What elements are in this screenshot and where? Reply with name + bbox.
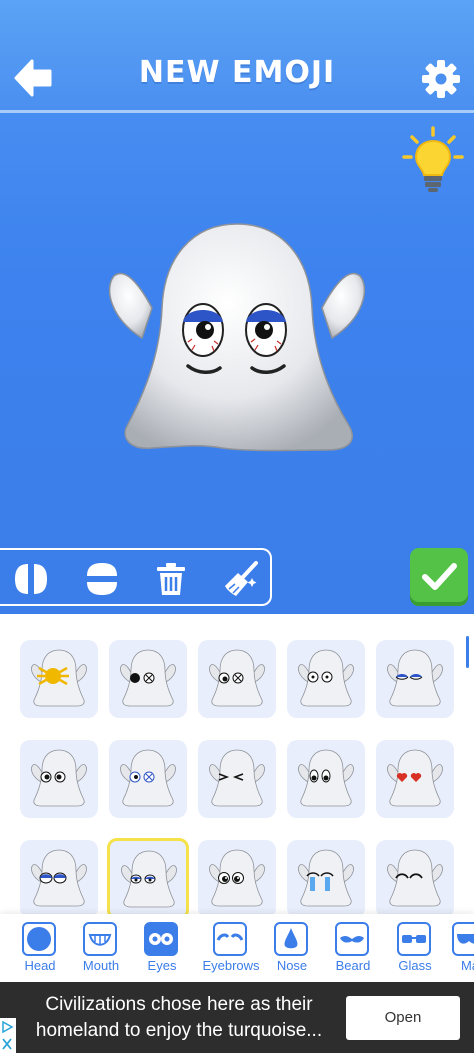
category-bar: Head Mouth Eyes Eyebrows Nose Beard Glas… bbox=[0, 914, 474, 982]
eyes-option-big-round-eyes[interactable] bbox=[287, 740, 365, 818]
flip-vertical-icon bbox=[87, 563, 117, 595]
ghost-thumbnail-icon bbox=[298, 649, 354, 707]
hint-button[interactable] bbox=[400, 125, 466, 197]
category-eyes[interactable]: Eyes bbox=[132, 922, 192, 980]
broom-icon bbox=[225, 561, 258, 596]
eyebrows-icon bbox=[213, 922, 247, 956]
header-bar: NEW EMOJI bbox=[0, 0, 474, 113]
ghost-thumbnail-icon bbox=[209, 849, 265, 907]
confirm-button[interactable] bbox=[410, 548, 468, 606]
eyes-option-sleepy-blue-eyes[interactable] bbox=[376, 640, 454, 718]
ghost-thumbnail-icon bbox=[31, 849, 87, 907]
eyes-option-crying-eyes[interactable] bbox=[287, 840, 365, 918]
flip-vertical-button[interactable] bbox=[83, 560, 121, 598]
eyes-option-round-eyes[interactable] bbox=[20, 740, 98, 818]
gear-icon bbox=[422, 60, 460, 98]
category-mask[interactable]: Ma bbox=[440, 922, 474, 980]
ghost-thumbnail-icon bbox=[120, 649, 176, 707]
ghost-thumbnail-icon bbox=[209, 749, 265, 807]
beard-icon bbox=[335, 922, 369, 956]
ad-text: Civilizations chose here as their homela… bbox=[35, 994, 323, 1041]
settings-button[interactable] bbox=[420, 58, 462, 100]
flip-horizontal-button[interactable] bbox=[12, 560, 50, 598]
eyes-icon bbox=[144, 922, 178, 956]
eyes-option-blue-lid-eyes-small[interactable] bbox=[107, 838, 189, 920]
ghost-thumbnail-icon bbox=[31, 649, 87, 707]
eyes-option-x-eyes-blue[interactable] bbox=[109, 740, 187, 818]
edit-toolbar bbox=[0, 548, 272, 606]
glasses-icon bbox=[397, 922, 431, 956]
category-mouth[interactable]: Mouth bbox=[71, 922, 131, 980]
eyes-option-heart-eyes[interactable] bbox=[376, 740, 454, 818]
eyes-option-squint-eyes[interactable] bbox=[198, 740, 276, 818]
emoji-preview bbox=[102, 218, 372, 458]
flip-horizontal-icon bbox=[15, 564, 47, 594]
eye-right-icon bbox=[245, 303, 287, 357]
ghost-thumbnail-icon bbox=[387, 649, 443, 707]
clear-button[interactable] bbox=[222, 560, 260, 598]
eyes-option-happy-closed-eyes[interactable] bbox=[376, 840, 454, 918]
eyes-option-spider-eyes[interactable] bbox=[20, 640, 98, 718]
category-head[interactable]: Head bbox=[10, 922, 70, 980]
mouth-icon bbox=[83, 922, 117, 956]
eyes-option-blue-lid-eyes[interactable] bbox=[20, 840, 98, 918]
mask-icon bbox=[452, 922, 474, 956]
nose-icon bbox=[274, 922, 308, 956]
eye-left-icon bbox=[182, 303, 224, 357]
eyes-option-dot-eyes[interactable] bbox=[287, 640, 365, 718]
category-eyebrows[interactable]: Eyebrows bbox=[201, 922, 261, 980]
ghost-thumbnail-icon bbox=[298, 849, 354, 907]
lightbulb-icon bbox=[402, 126, 464, 192]
eyes-option-sparkle-eyes[interactable] bbox=[198, 840, 276, 918]
eyes-option-black-and-x-eyes-alt[interactable] bbox=[198, 640, 276, 718]
ad-banner[interactable]: Civilizations chose here as their homela… bbox=[0, 982, 474, 1053]
delete-button[interactable] bbox=[152, 560, 190, 598]
eyes-option-black-and-x-eyes[interactable] bbox=[109, 640, 187, 718]
ghost-thumbnail-icon bbox=[387, 849, 443, 907]
category-label: Eyes bbox=[147, 958, 177, 973]
head-icon bbox=[22, 922, 56, 956]
ghost-thumbnail-icon bbox=[298, 749, 354, 807]
ghost-thumbnail-icon bbox=[121, 850, 177, 908]
ghost-thumbnail-icon bbox=[120, 749, 176, 807]
panel-scrollbar[interactable] bbox=[466, 636, 469, 668]
category-nose[interactable]: Nose bbox=[262, 922, 322, 980]
page-title: NEW EMOJI bbox=[138, 55, 336, 90]
ghost-thumbnail-icon bbox=[387, 749, 443, 807]
checkmark-icon bbox=[422, 563, 457, 590]
ghost-thumbnail-icon bbox=[31, 749, 87, 807]
category-beard[interactable]: Beard bbox=[323, 922, 383, 980]
category-label: Ma bbox=[460, 958, 474, 973]
ad-open-button[interactable]: Open bbox=[346, 996, 460, 1040]
trash-icon bbox=[157, 563, 185, 595]
ghost-thumbnail-icon bbox=[209, 649, 265, 707]
ad-choices-icon[interactable] bbox=[0, 1018, 16, 1053]
